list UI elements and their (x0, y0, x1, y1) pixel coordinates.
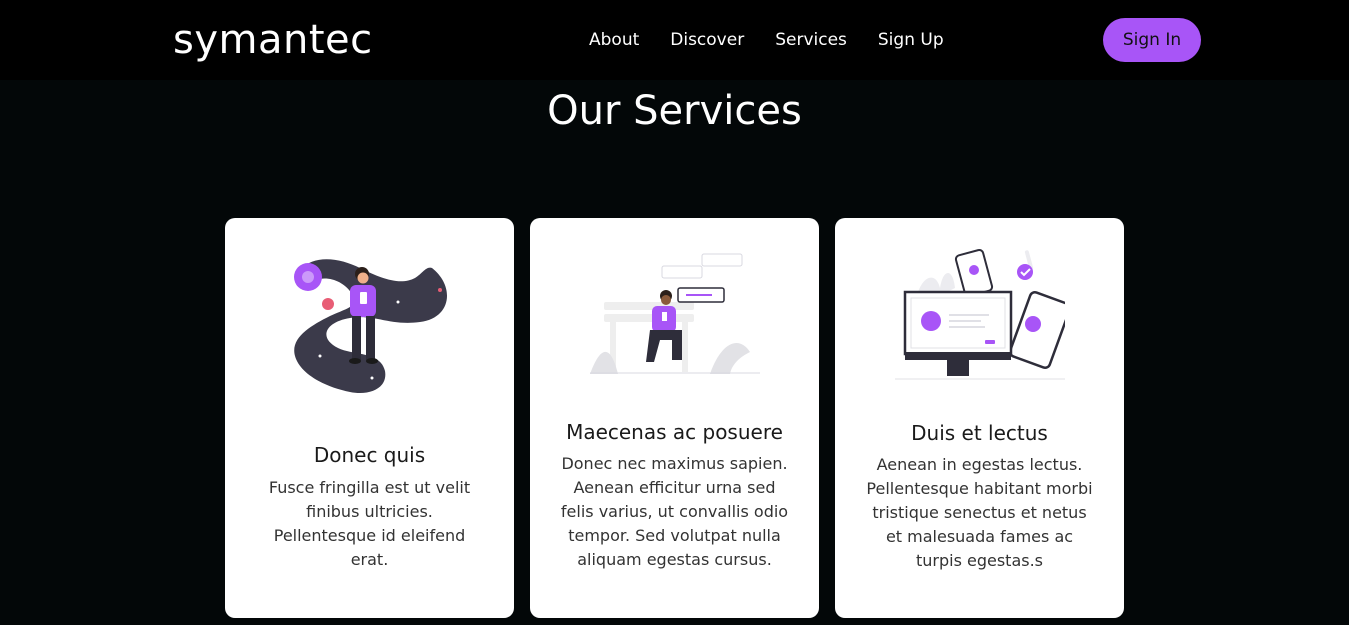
card-title: Duis et lectus (911, 421, 1048, 445)
service-card-2: Maecenas ac posuere Donec nec maximus sa… (530, 218, 819, 618)
card-text: Fusce fringilla est ut velit finibus ult… (268, 478, 471, 569)
card-text: Aenean in egestas lectus. Pellentesque h… (866, 455, 1093, 570)
card-title: Donec quis (313, 443, 426, 467)
service-card-1: Donec quis Fusce fringilla est ut velit … (225, 218, 514, 618)
navbar: symantec About Discover Services Sign Up… (0, 0, 1349, 80)
nav-menu: About Discover Services Sign Up (589, 29, 975, 53)
nav-link-services[interactable]: Services (775, 29, 847, 53)
nav-link-discover[interactable]: Discover (670, 29, 744, 53)
nav-link-signup[interactable]: Sign Up (878, 29, 944, 53)
devices-illustration (835, 248, 1124, 383)
section-title: Our Services (547, 88, 802, 134)
person-space-illustration (225, 256, 514, 401)
card-title: Maecenas ac posuere (566, 420, 783, 444)
logo[interactable]: symantec (173, 14, 373, 66)
person-bench-chat-illustration (530, 252, 819, 377)
nav-link-about[interactable]: About (589, 29, 639, 53)
card-text: Donec nec maximus sapien. Aenean efficit… (560, 454, 789, 569)
service-card-3: Duis et lectus Aenean in egestas lectus.… (835, 218, 1124, 618)
sign-in-button[interactable]: Sign In (1103, 18, 1201, 62)
